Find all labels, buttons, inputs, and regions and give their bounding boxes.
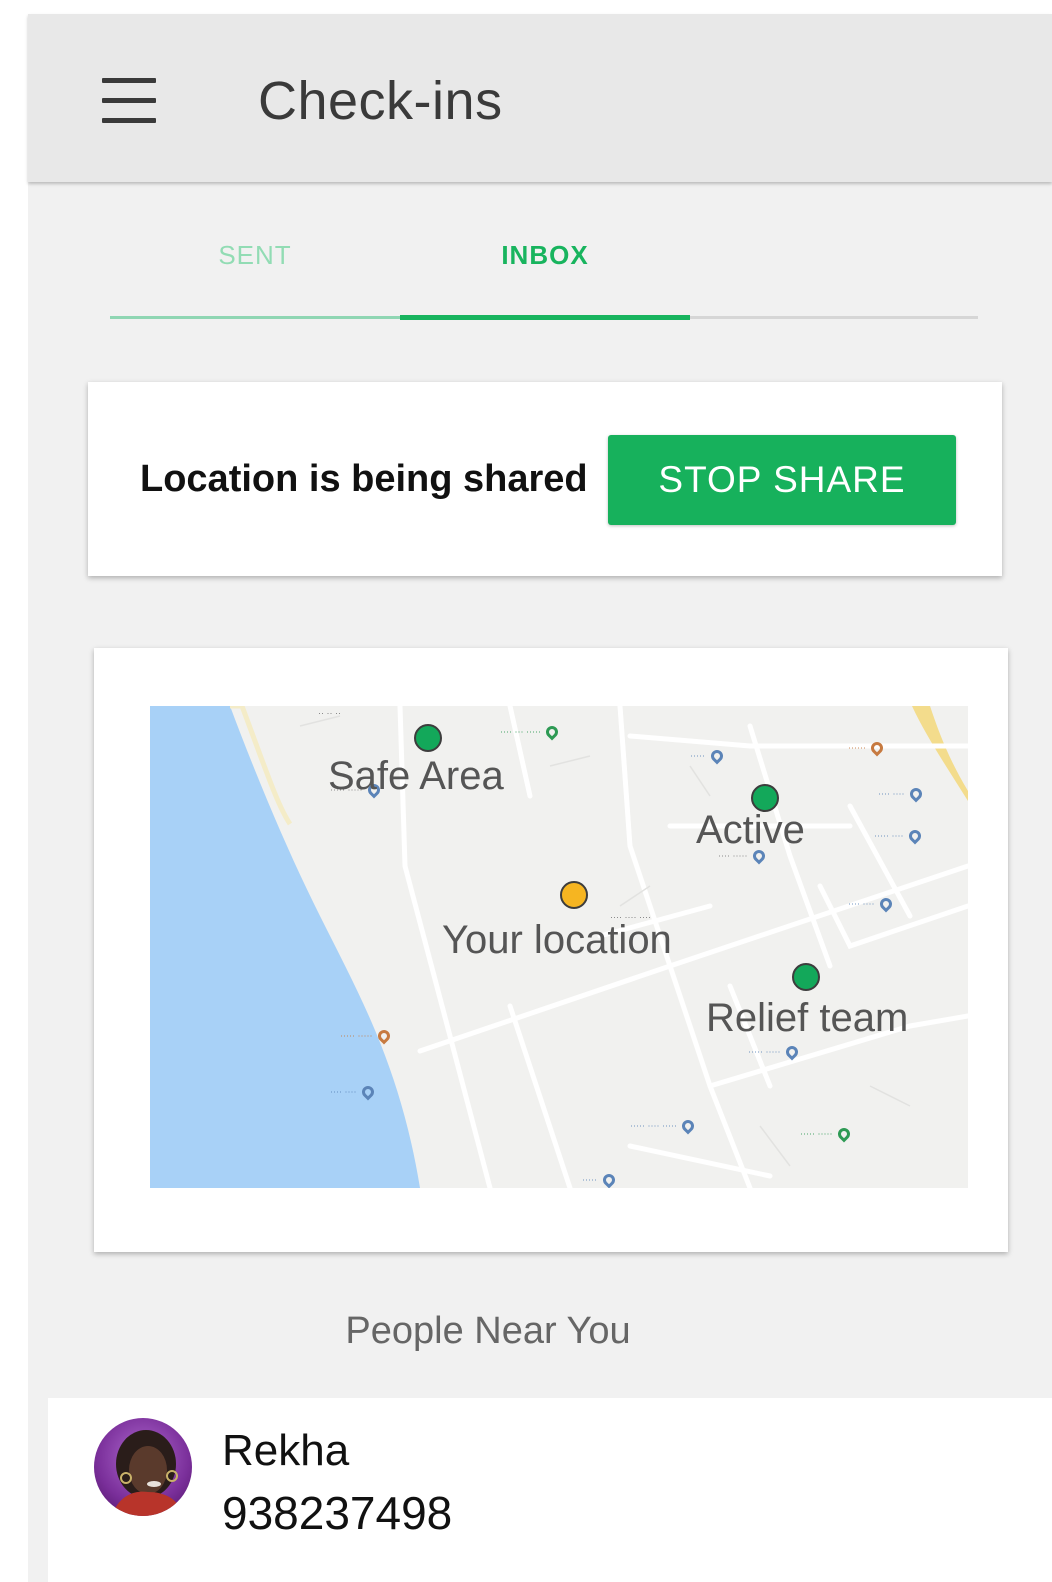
hamburger-menu-icon[interactable] — [102, 78, 160, 124]
person-list-item[interactable]: Rekha 938237498 — [48, 1398, 1052, 1582]
app-bar: Check-ins — [28, 14, 1052, 182]
map-label-active: Active — [696, 808, 805, 852]
tab-sent[interactable]: SENT — [110, 240, 400, 290]
map-poi: ····· ···· ····· — [630, 1117, 697, 1135]
tab-inbox[interactable]: INBOX — [400, 240, 690, 290]
person-name: Rekha — [222, 1426, 350, 1475]
map-poi: ···· ···· — [878, 785, 925, 803]
map-poi: ····· ····· — [748, 1043, 801, 1061]
page-title: Check-ins — [258, 71, 503, 131]
map-marker-relief-team[interactable] — [792, 963, 820, 991]
map-poi: ······ — [848, 739, 886, 757]
map-poi: ····· ····· — [800, 1125, 853, 1143]
location-share-status: Location is being shared — [140, 458, 588, 500]
map-view[interactable]: ·· ·· ·· ···· ··· ····· ····· ······ ···… — [150, 706, 968, 1188]
map-poi: ····· — [690, 747, 725, 765]
tab-active-indicator — [400, 315, 690, 320]
map-label-your-location: Your location — [442, 918, 672, 962]
avatar — [94, 1418, 192, 1516]
map-poi: ····· — [582, 1171, 617, 1188]
stop-share-button[interactable]: STOP SHARE — [608, 435, 956, 525]
person-phone: 938237498 — [222, 1487, 453, 1539]
map-poi: ····· ····· — [340, 1027, 393, 1045]
map-poi: ····· ···· — [874, 827, 924, 845]
map-marker-your-location[interactable] — [560, 881, 588, 909]
map-marker-safe-area[interactable] — [414, 724, 442, 752]
map-card: ·· ·· ·· ···· ··· ····· ····· ······ ···… — [94, 648, 1008, 1252]
map-poi: ···· ···· — [330, 1083, 377, 1101]
map-poi: ···· ··· ····· — [500, 723, 561, 741]
map-label-relief-team: Relief team — [706, 996, 909, 1040]
map-poi: ·· ·· ·· — [318, 708, 341, 718]
tab-bar: SENT INBOX — [110, 240, 978, 324]
map-poi: ···· ···· — [848, 895, 895, 913]
location-share-card: Location is being shared STOP SHARE — [88, 382, 1002, 576]
tab-sent-underline — [110, 316, 400, 319]
map-label-safe-area: Safe Area — [328, 754, 504, 798]
people-near-you-heading: People Near You — [345, 1310, 631, 1352]
app-screen: Check-ins SENT INBOX Location is being s… — [28, 14, 1052, 1582]
